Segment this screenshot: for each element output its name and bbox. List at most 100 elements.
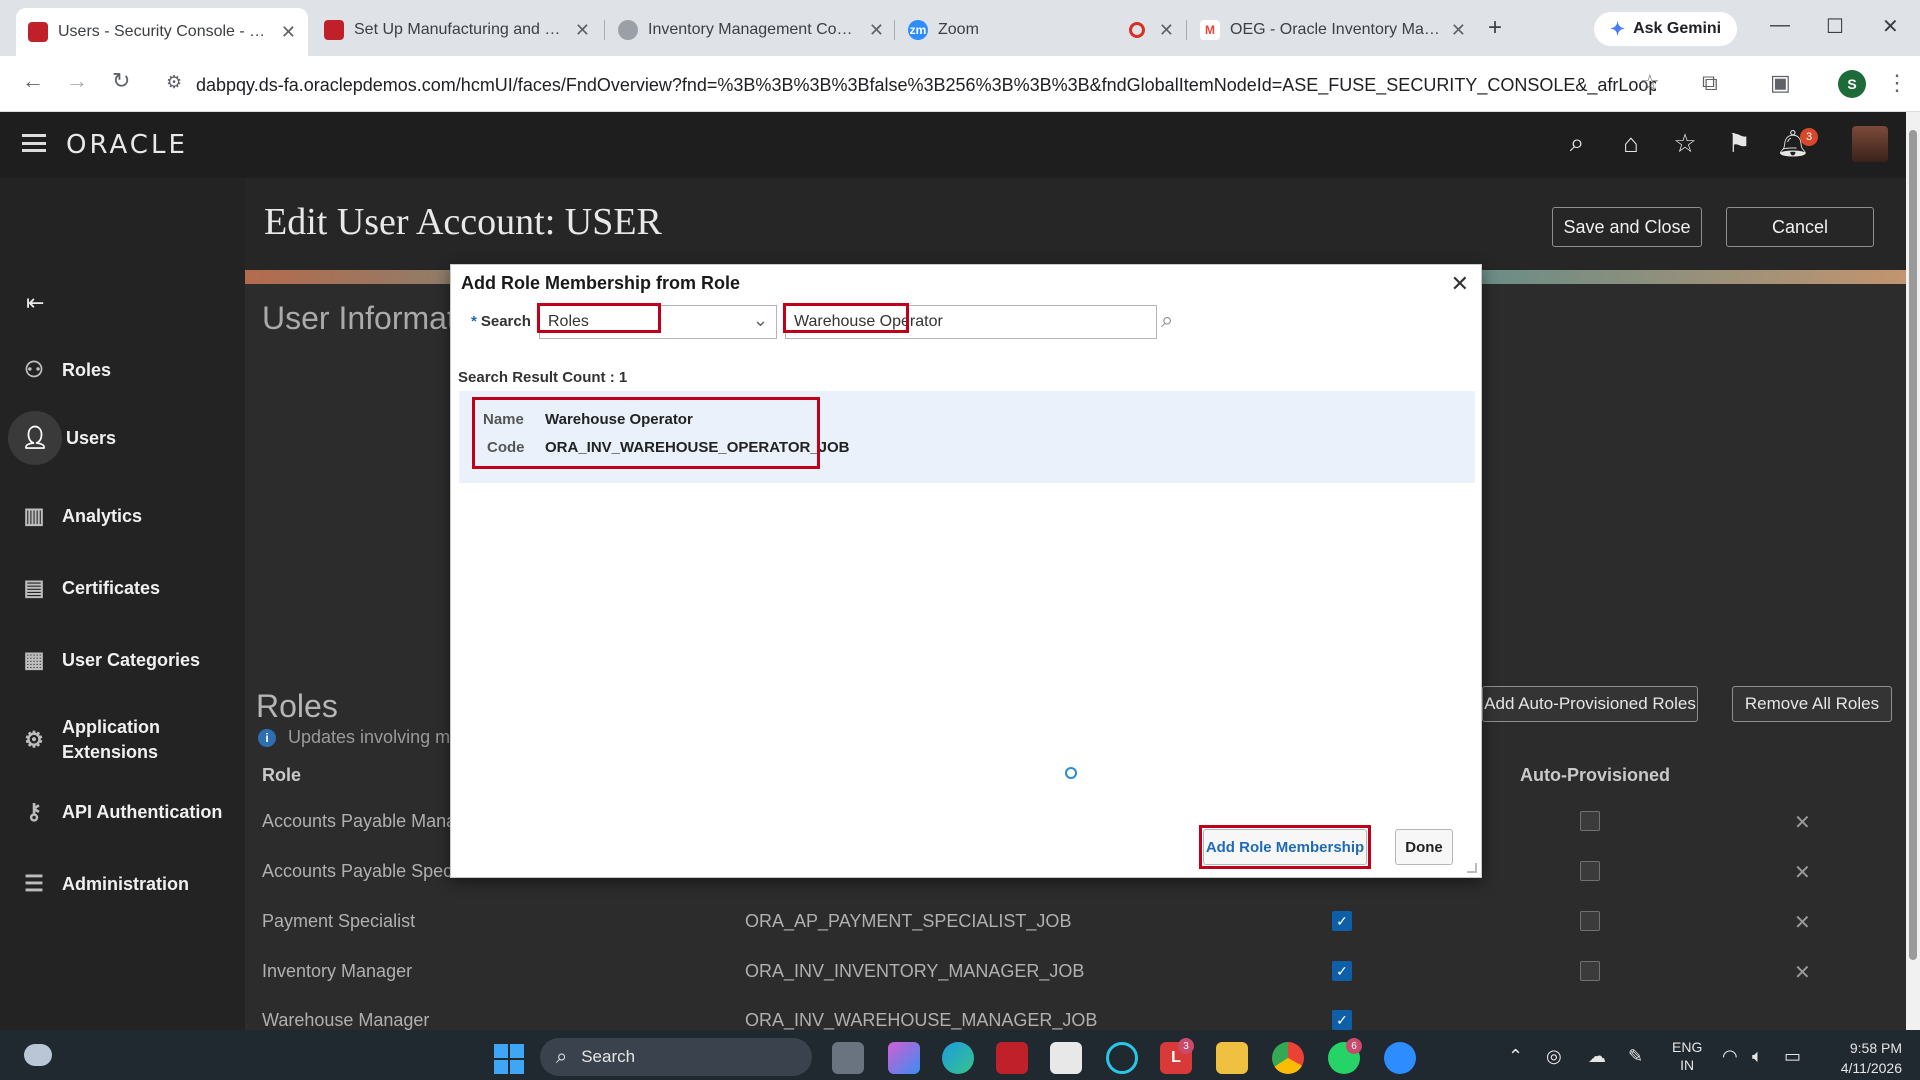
favorites-star-icon[interactable]: ☆ [1670, 128, 1700, 158]
profile-avatar[interactable]: S [1838, 70, 1866, 98]
tab-oeg-gmail[interactable]: M OEG - Oracle Inventory Manag ✕ [1188, 10, 1478, 50]
auto-provisioned-checkbox[interactable] [1580, 811, 1600, 831]
user-avatar[interactable] [1852, 126, 1888, 162]
scrollbar-thumb[interactable] [1909, 130, 1917, 960]
close-tab-icon[interactable]: ✕ [281, 22, 296, 43]
pen-icon[interactable]: ✎ [1628, 1046, 1643, 1067]
sidebar-item-analytics[interactable]: ▥ Analytics [18, 496, 142, 536]
sidebar-item-certificates[interactable]: ▤ Certificates [18, 568, 160, 608]
taskbar-search[interactable]: ⌕ Search [540, 1038, 812, 1076]
tab-inventory-config[interactable]: Inventory Management Config ✕ [606, 10, 896, 50]
close-dialog-icon[interactable]: ✕ [1451, 271, 1469, 297]
windows-start-icon[interactable] [494, 1044, 524, 1074]
close-tab-icon[interactable]: ✕ [575, 20, 590, 41]
remove-row-icon[interactable]: ✕ [1794, 860, 1811, 885]
new-tab-icon[interactable]: + [1488, 14, 1502, 42]
store-icon[interactable] [1050, 1042, 1082, 1074]
resize-handle[interactable] [1467, 863, 1477, 873]
language-indicator[interactable]: ENG IN [1672, 1038, 1702, 1074]
task-view-icon[interactable] [832, 1042, 864, 1074]
close-tab-icon[interactable]: ✕ [869, 20, 884, 41]
site-info-icon[interactable]: ⚙ [166, 72, 182, 93]
search-icon: ⌕ [556, 1045, 568, 1068]
table-row-role: Accounts Payable Spec [262, 861, 453, 881]
language-line2: IN [1680, 1057, 1695, 1073]
tab-zoom[interactable]: zm Zoom ✕ [896, 10, 1186, 50]
application-extensions-icon: ⚙ [24, 727, 44, 752]
highlight-box [472, 397, 820, 469]
table-row-code: ORA_INV_INVENTORY_MANAGER_JOB [745, 961, 1085, 981]
auto-provisioned-checkbox[interactable] [1580, 911, 1600, 931]
tab-setup-manufacturing[interactable]: Set Up Manufacturing and Sup ✕ [312, 10, 602, 50]
minimize-icon[interactable]: — [1770, 14, 1790, 37]
home-icon[interactable]: ⌂ [1616, 128, 1646, 158]
globe-icon [618, 20, 638, 40]
sidebar-item-api-authentication[interactable]: ⚷ API Authentication [18, 792, 222, 832]
auto-provisioned-checkbox[interactable] [1580, 961, 1600, 981]
mcafee-icon[interactable] [996, 1042, 1028, 1074]
done-button[interactable]: Done [1395, 829, 1453, 865]
volume-icon[interactable]: 🔈︎ [1752, 1046, 1763, 1067]
address-input[interactable]: dabpqy.ds-fa.oraclepdemos.com/hcmUI/face… [196, 68, 1656, 102]
collapse-sidebar-icon[interactable]: ⇤ [26, 290, 44, 316]
sidebar-item-label: Users [66, 427, 117, 448]
hamburger-menu-icon[interactable] [22, 134, 46, 152]
forward-icon[interactable]: → [66, 68, 88, 94]
sidebar-item-roles[interactable]: ⚇ Roles [18, 350, 111, 390]
search-label-text: Search [480, 313, 531, 330]
reload-icon[interactable]: ↻ [112, 68, 130, 94]
tab-security-console[interactable]: Users - Security Console - Ora ✕ [16, 8, 308, 56]
battery-icon[interactable]: ▭ [1784, 1046, 1801, 1067]
gmail-icon: M [1200, 20, 1220, 40]
role-checkbox-checked[interactable]: ✓ [1332, 1010, 1352, 1030]
alexa-icon[interactable] [1106, 1042, 1138, 1074]
onedrive-icon[interactable]: ☁ [1588, 1046, 1606, 1067]
save-and-close-button[interactable]: Save and Close [1552, 207, 1702, 247]
sidebar-item-administration[interactable]: ☰ Administration [18, 864, 189, 904]
file-explorer-icon[interactable] [1216, 1042, 1248, 1074]
system-clock[interactable]: 9:58 PM 4/11/2026 [1822, 1038, 1902, 1078]
weather-icon[interactable] [24, 1044, 52, 1066]
remove-all-roles-button[interactable]: Remove All Roles [1732, 686, 1892, 722]
ask-gemini-button[interactable]: ✦ Ask Gemini [1594, 12, 1738, 46]
extensions-icon[interactable]: ⧉ [1702, 70, 1718, 96]
search-label: * Search [471, 313, 531, 330]
sidebar-item-application-extensions[interactable]: ⚙ Application Extensions [18, 712, 160, 768]
close-tab-icon[interactable]: ✕ [1159, 20, 1174, 41]
menu-kebab-icon[interactable]: ⋮ [1886, 70, 1908, 96]
bookmark-star-icon[interactable]: ☆ [1640, 70, 1660, 96]
search-icon[interactable]: ⌕ [1562, 127, 1592, 158]
administration-icon: ☰ [24, 871, 44, 896]
add-auto-provisioned-roles-button[interactable]: Add Auto-Provisioned Roles [1482, 686, 1698, 722]
close-tab-icon[interactable]: ✕ [1451, 20, 1466, 41]
search-icon[interactable]: ⌕ [1161, 307, 1173, 333]
role-checkbox-checked[interactable]: ✓ [1332, 961, 1352, 981]
chevron-up-icon[interactable]: ⌃ [1508, 1046, 1523, 1067]
edge-icon[interactable] [942, 1042, 974, 1074]
highlight-box [537, 303, 661, 333]
page-title: Edit User Account: USER [264, 201, 662, 243]
flag-icon[interactable]: ⚑ [1724, 128, 1754, 158]
search-result-count: Search Result Count : 1 [458, 369, 628, 386]
remove-row-icon[interactable]: ✕ [1794, 810, 1811, 835]
sidebar-item-label: API Authentication [62, 801, 223, 822]
sync-icon[interactable]: ◎ [1546, 1046, 1562, 1067]
zoom-icon[interactable] [1384, 1042, 1416, 1074]
maximize-icon[interactable]: ☐ [1826, 14, 1844, 39]
wifi-icon[interactable]: ◠ [1722, 1046, 1738, 1067]
close-window-icon[interactable]: ✕ [1882, 14, 1899, 39]
back-icon[interactable]: ← [22, 68, 44, 94]
remove-row-icon[interactable]: ✕ [1794, 910, 1811, 935]
remove-row-icon[interactable]: ✕ [1794, 960, 1811, 985]
sidebar-item-user-categories[interactable]: ▦ User Categories [18, 640, 200, 680]
tab-separator [1186, 20, 1187, 40]
copilot-icon[interactable] [888, 1042, 920, 1074]
sidebar-item-users[interactable]: 👤︎ Users [8, 411, 117, 465]
chrome-icon[interactable] [1272, 1042, 1304, 1074]
auto-provisioned-checkbox[interactable] [1580, 861, 1600, 881]
language-line1: ENG [1672, 1039, 1703, 1055]
cancel-button[interactable]: Cancel [1726, 207, 1874, 247]
table-row-role: Inventory Manager [262, 961, 413, 981]
role-checkbox-checked[interactable]: ✓ [1332, 911, 1352, 931]
screen-search-icon[interactable]: ▣ [1770, 70, 1791, 96]
